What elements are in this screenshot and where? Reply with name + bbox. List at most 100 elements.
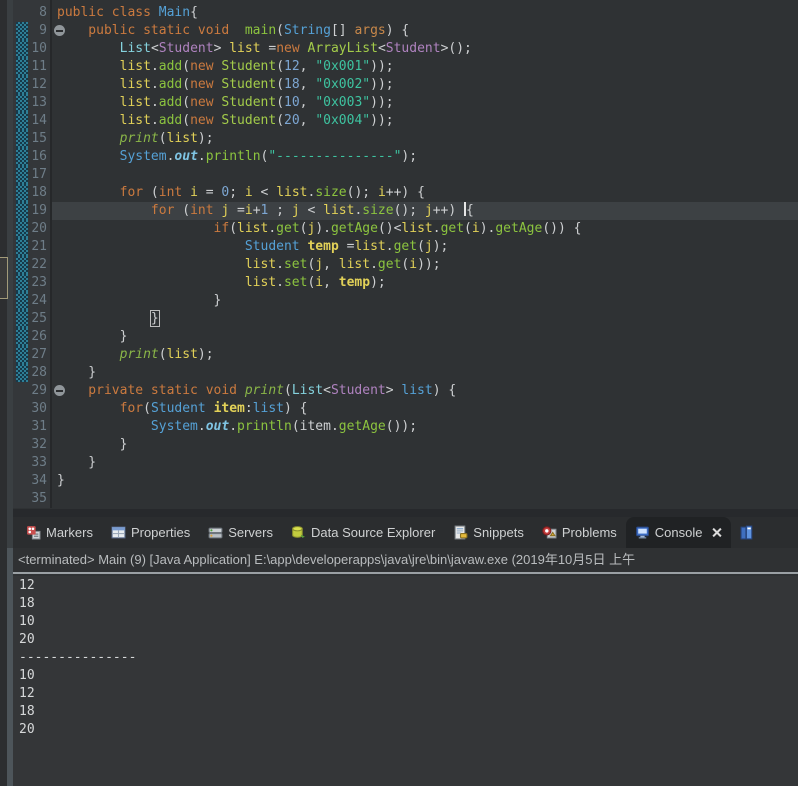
gutter[interactable]: 8 — [13, 4, 52, 22]
code-line[interactable]: 21 Student temp =list.get(j); — [13, 238, 798, 256]
code-line[interactable]: 30 for(Student item:list) { — [13, 400, 798, 418]
code-editor[interactable]: 78public class Main{9 public static void… — [13, 0, 798, 509]
code-line[interactable]: 19 for (int j =i+1 ; j < list.size(); j+… — [13, 202, 798, 220]
code-text[interactable]: } — [52, 436, 798, 454]
line-number[interactable]: 25 — [28, 310, 52, 328]
tab-snippets[interactable]: Snippets — [444, 517, 533, 548]
code-text[interactable]: Student temp =list.get(j); — [52, 238, 798, 256]
code-text[interactable]: } — [52, 310, 798, 328]
gutter[interactable]: 35 — [13, 490, 52, 508]
line-number[interactable]: 30 — [28, 400, 52, 418]
gutter[interactable]: 29 — [13, 382, 52, 400]
gutter[interactable]: 27 — [13, 346, 52, 364]
code-line[interactable]: 16 System.out.println("---------------")… — [13, 148, 798, 166]
code-line[interactable]: 15 print(list); — [13, 130, 798, 148]
fold-collapse-icon[interactable] — [54, 385, 65, 396]
line-number[interactable]: 8 — [28, 4, 52, 22]
line-number[interactable]: 32 — [28, 436, 52, 454]
code-text[interactable]: for(Student item:list) { — [52, 400, 798, 418]
code-text[interactable] — [52, 166, 798, 184]
line-number[interactable]: 15 — [28, 130, 52, 148]
code-text[interactable]: list.add(new Student(10, "0x003")); — [52, 94, 798, 112]
gutter[interactable]: 32 — [13, 436, 52, 454]
code-text[interactable] — [52, 490, 798, 508]
line-number[interactable]: 10 — [28, 40, 52, 58]
console-output[interactable]: 12181020---------------10121820 — [13, 576, 798, 786]
gutter[interactable]: 11 — [13, 58, 52, 76]
code-text[interactable]: System.out.println("---------------"); — [52, 148, 798, 166]
code-text[interactable]: list.add(new Student(20, "0x004")); — [52, 112, 798, 130]
gutter[interactable]: 13 — [13, 94, 52, 112]
code-text[interactable]: private static void print(List<Student> … — [52, 382, 798, 400]
code-line[interactable]: 35 — [13, 490, 798, 508]
code-line[interactable]: 34} — [13, 472, 798, 490]
gutter[interactable]: 18 — [13, 184, 52, 202]
tab-problems[interactable]: Problems — [533, 517, 626, 548]
code-line[interactable]: 27 print(list); — [13, 346, 798, 364]
tab-console[interactable]: Console — [626, 517, 731, 548]
code-line[interactable]: 8public class Main{ — [13, 4, 798, 22]
line-number[interactable]: 20 — [28, 220, 52, 238]
gutter[interactable]: 15 — [13, 130, 52, 148]
code-text[interactable]: list.set(j, list.get(i)); — [52, 256, 798, 274]
gutter[interactable]: 24 — [13, 292, 52, 310]
code-text[interactable]: public static void main(String[] args) { — [52, 22, 798, 40]
tab-markers[interactable]: Markers — [17, 517, 102, 548]
code-line[interactable]: 17 — [13, 166, 798, 184]
code-line[interactable]: 18 for (int i = 0; i < list.size(); i++)… — [13, 184, 798, 202]
gutter[interactable]: 30 — [13, 400, 52, 418]
code-text[interactable]: for (int j =i+1 ; j < list.size(); j++) … — [52, 202, 798, 220]
gutter[interactable]: 26 — [13, 328, 52, 346]
code-text[interactable]: } — [52, 292, 798, 310]
minimized-view-handle[interactable] — [0, 257, 8, 299]
code-text[interactable]: print(list); — [52, 130, 798, 148]
code-line[interactable]: 13 list.add(new Student(10, "0x003")); — [13, 94, 798, 112]
code-line[interactable]: 9 public static void main(String[] args)… — [13, 22, 798, 40]
code-text[interactable]: list.add(new Student(12, "0x001")); — [52, 58, 798, 76]
gutter[interactable]: 12 — [13, 76, 52, 94]
line-number[interactable]: 26 — [28, 328, 52, 346]
code-line[interactable]: 12 list.add(new Student(18, "0x002")); — [13, 76, 798, 94]
gutter[interactable]: 10 — [13, 40, 52, 58]
close-icon[interactable] — [711, 527, 722, 538]
code-line[interactable]: 31 System.out.println(item.getAge()); — [13, 418, 798, 436]
code-text[interactable]: print(list); — [52, 346, 798, 364]
tab-servers[interactable]: Servers — [199, 517, 282, 548]
line-number[interactable]: 13 — [28, 94, 52, 112]
code-text[interactable]: if(list.get(j).getAge()<list.get(i).getA… — [52, 220, 798, 238]
code-line[interactable]: 25 } — [13, 310, 798, 328]
code-text[interactable]: public class Main{ — [52, 4, 798, 22]
code-line[interactable]: 24 } — [13, 292, 798, 310]
line-number[interactable]: 29 — [28, 382, 52, 400]
gutter[interactable]: 22 — [13, 256, 52, 274]
line-number[interactable]: 33 — [28, 454, 52, 472]
gutter[interactable]: 23 — [13, 274, 52, 292]
gutter[interactable]: 34 — [13, 472, 52, 490]
code-text[interactable]: list.add(new Student(18, "0x002")); — [52, 76, 798, 94]
line-number[interactable]: 31 — [28, 418, 52, 436]
line-number[interactable]: 28 — [28, 364, 52, 382]
gutter[interactable]: 16 — [13, 148, 52, 166]
editor-console-sash[interactable] — [0, 509, 798, 517]
gutter[interactable]: 33 — [13, 454, 52, 472]
line-number[interactable]: 21 — [28, 238, 52, 256]
code-line[interactable]: 11 list.add(new Student(12, "0x001")); — [13, 58, 798, 76]
code-line[interactable]: 28 } — [13, 364, 798, 382]
gutter[interactable]: 19 — [13, 202, 52, 220]
tab-books[interactable] — [731, 517, 764, 548]
code-text[interactable]: for (int i = 0; i < list.size(); i++) { — [52, 184, 798, 202]
gutter[interactable]: 28 — [13, 364, 52, 382]
code-text[interactable]: } — [52, 472, 798, 490]
code-text[interactable]: System.out.println(item.getAge()); — [52, 418, 798, 436]
code-line[interactable]: 14 list.add(new Student(20, "0x004")); — [13, 112, 798, 130]
line-number[interactable]: 18 — [28, 184, 52, 202]
line-number[interactable]: 14 — [28, 112, 52, 130]
tab-properties[interactable]: Properties — [102, 517, 199, 548]
gutter[interactable]: 31 — [13, 418, 52, 436]
line-number[interactable]: 11 — [28, 58, 52, 76]
code-text[interactable]: } — [52, 364, 798, 382]
line-number[interactable]: 19 — [28, 202, 52, 220]
gutter[interactable]: 25 — [13, 310, 52, 328]
code-line[interactable]: 10 List<Student> list =new ArrayList<Stu… — [13, 40, 798, 58]
code-text[interactable]: } — [52, 328, 798, 346]
